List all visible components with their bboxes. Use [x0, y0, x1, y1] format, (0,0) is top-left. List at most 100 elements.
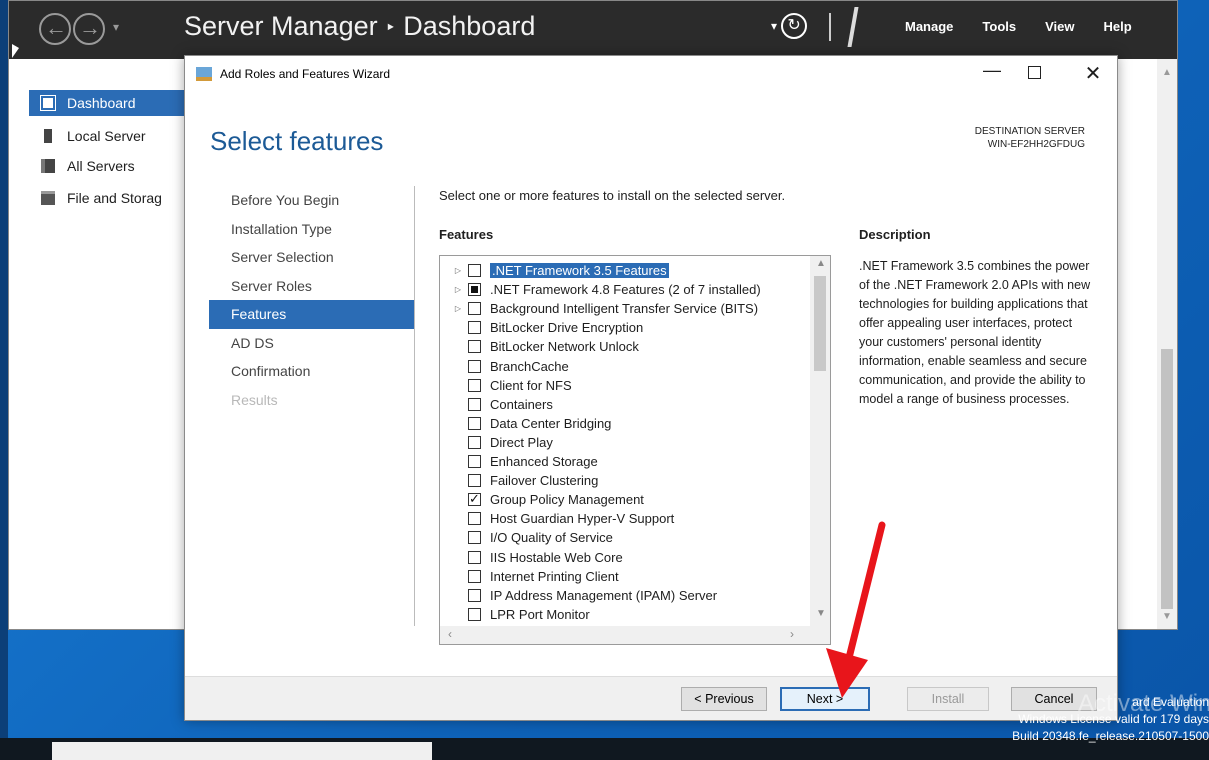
feature-checkbox[interactable]: [468, 435, 481, 449]
menu-manage[interactable]: Manage: [905, 19, 953, 34]
step-confirmation[interactable]: Confirmation: [209, 357, 414, 386]
feature-label[interactable]: BitLocker Network Unlock: [490, 339, 639, 354]
feature-checkbox[interactable]: [468, 491, 481, 507]
feature-row[interactable]: IIS Hostable Web Core: [440, 548, 810, 567]
features-horizontal-scrollbar[interactable]: ‹ ›: [440, 626, 810, 644]
feature-row[interactable]: ▷ .NET Framework 4.8 Features (2 of 7 ins…: [440, 280, 810, 299]
sidebar-item-local-server[interactable]: Local Server: [29, 123, 187, 149]
servers-icon: [41, 159, 55, 173]
refresh-control[interactable]: ▾ ↻: [771, 13, 808, 39]
feature-label[interactable]: Failover Clustering: [490, 473, 598, 488]
feature-row[interactable]: BranchCache: [440, 357, 810, 376]
forward-arrow-icon[interactable]: →: [73, 13, 105, 45]
feature-row[interactable]: Containers: [440, 395, 810, 414]
feature-row[interactable]: Internet Printing Client: [440, 567, 810, 586]
sidebar-item-dashboard[interactable]: Dashboard: [29, 90, 187, 116]
feature-checkbox[interactable]: [468, 474, 481, 488]
step-installation-type[interactable]: Installation Type: [209, 215, 414, 244]
feature-label[interactable]: LPR Port Monitor: [490, 607, 590, 622]
step-ad-ds[interactable]: AD DS: [209, 329, 414, 358]
notifications-flag-icon[interactable]: [847, 7, 859, 47]
feature-row[interactable]: Data Center Bridging: [440, 414, 810, 433]
step-server-roles[interactable]: Server Roles: [209, 272, 414, 301]
scrollbar-thumb[interactable]: [814, 276, 826, 371]
feature-checkbox[interactable]: [468, 340, 481, 354]
feature-checkbox[interactable]: [468, 588, 481, 602]
feature-label[interactable]: Data Center Bridging: [490, 416, 611, 431]
expand-chevron-icon[interactable]: ▷: [452, 285, 464, 294]
menu-view[interactable]: View: [1045, 19, 1074, 34]
maximize-icon[interactable]: [1028, 66, 1041, 79]
feature-row[interactable]: LPR Port Monitor: [440, 605, 810, 624]
feature-row[interactable]: Failover Clustering: [440, 471, 810, 490]
feature-label[interactable]: Containers: [490, 397, 553, 412]
feature-checkbox[interactable]: [468, 302, 481, 316]
step-before-you-begin[interactable]: Before You Begin: [209, 186, 414, 215]
feature-checkbox[interactable]: [468, 569, 481, 583]
minimize-icon[interactable]: —: [977, 60, 1007, 81]
feature-label[interactable]: IIS Hostable Web Core: [490, 550, 623, 565]
feature-row[interactable]: ▷ Background Intelligent Transfer Service…: [440, 299, 810, 318]
scroll-down-icon[interactable]: ▼: [1162, 611, 1172, 622]
feature-label[interactable]: Direct Play: [490, 435, 553, 450]
taskbar-app-button[interactable]: [52, 742, 432, 760]
scroll-up-icon[interactable]: ▲: [816, 258, 826, 269]
feature-checkbox[interactable]: [468, 512, 481, 526]
server-manager-scrollbar[interactable]: ▲ ▼: [1157, 59, 1177, 629]
scrollbar-thumb[interactable]: [1161, 349, 1173, 609]
feature-label[interactable]: Client for NFS: [490, 378, 572, 393]
expand-chevron-icon[interactable]: ▷: [452, 266, 464, 275]
nav-history-dropdown-icon[interactable]: ▾: [113, 20, 119, 34]
menu-help[interactable]: Help: [1104, 19, 1132, 34]
sidebar-item-all-servers[interactable]: All Servers: [29, 153, 187, 179]
feature-label[interactable]: .NET Framework 4.8 Features (2 of 7 inst…: [490, 282, 761, 297]
feature-label[interactable]: I/O Quality of Service: [490, 530, 613, 545]
feature-checkbox[interactable]: [468, 283, 481, 297]
feature-label[interactable]: Background Intelligent Transfer Service …: [490, 301, 758, 316]
previous-button[interactable]: < Previous: [681, 687, 767, 711]
feature-label[interactable]: Group Policy Management: [490, 492, 644, 507]
feature-checkbox[interactable]: [468, 531, 481, 545]
feature-checkbox[interactable]: [468, 264, 481, 277]
feature-checkbox[interactable]: [468, 378, 481, 392]
scroll-right-icon[interactable]: ›: [790, 627, 794, 641]
feature-row[interactable]: BitLocker Network Unlock: [440, 337, 810, 356]
sidebar-item-file-storage[interactable]: File and Storag: [29, 185, 187, 211]
feature-checkbox[interactable]: [468, 455, 481, 468]
feature-label[interactable]: Internet Printing Client: [490, 569, 619, 584]
scroll-left-icon[interactable]: ‹: [448, 627, 452, 641]
feature-label[interactable]: Enhanced Storage: [490, 454, 598, 469]
close-icon[interactable]: ✕: [1081, 61, 1105, 86]
feature-label[interactable]: BitLocker Drive Encryption: [490, 320, 643, 335]
sidebar-item-label: Local Server: [67, 128, 146, 144]
feature-checkbox[interactable]: [468, 397, 481, 411]
feature-label[interactable]: .NET Framework 3.5 Features: [490, 263, 669, 278]
menu-tools[interactable]: Tools: [982, 19, 1016, 34]
feature-checkbox[interactable]: [468, 607, 481, 621]
feature-checkbox[interactable]: [468, 359, 481, 373]
expand-chevron-icon[interactable]: ▷: [452, 304, 464, 313]
feature-row[interactable]: Group Policy Management: [440, 490, 810, 509]
feature-checkbox[interactable]: [468, 416, 481, 430]
step-features[interactable]: Features: [209, 300, 414, 329]
feature-row[interactable]: IP Address Management (IPAM) Server: [440, 586, 810, 605]
feature-row[interactable]: BitLocker Drive Encryption: [440, 318, 810, 337]
sidebar-item-label: File and Storag: [67, 190, 162, 206]
feature-label[interactable]: IP Address Management (IPAM) Server: [490, 588, 717, 603]
feature-checkbox[interactable]: [468, 550, 481, 564]
scroll-up-icon[interactable]: ▲: [1162, 67, 1172, 78]
step-server-selection[interactable]: Server Selection: [209, 243, 414, 272]
back-arrow-icon[interactable]: ←: [39, 13, 71, 45]
feature-row[interactable]: I/O Quality of Service: [440, 528, 810, 547]
feature-row[interactable]: Direct Play: [440, 433, 810, 452]
feature-label[interactable]: Host Guardian Hyper-V Support: [490, 511, 674, 526]
feature-row[interactable]: Enhanced Storage: [440, 452, 810, 471]
feature-row[interactable]: Client for NFS: [440, 376, 810, 395]
feature-row[interactable]: ▷ .NET Framework 3.5 Features: [440, 261, 810, 280]
feature-label[interactable]: BranchCache: [490, 359, 569, 374]
refresh-dropdown-icon[interactable]: ▾: [771, 19, 777, 33]
refresh-icon[interactable]: ↻: [781, 13, 808, 39]
feature-checkbox[interactable]: [468, 321, 481, 335]
features-tree[interactable]: ▷ .NET Framework 3.5 Features ▷ .NET Framew…: [439, 255, 831, 645]
feature-row[interactable]: Host Guardian Hyper-V Support: [440, 509, 810, 528]
